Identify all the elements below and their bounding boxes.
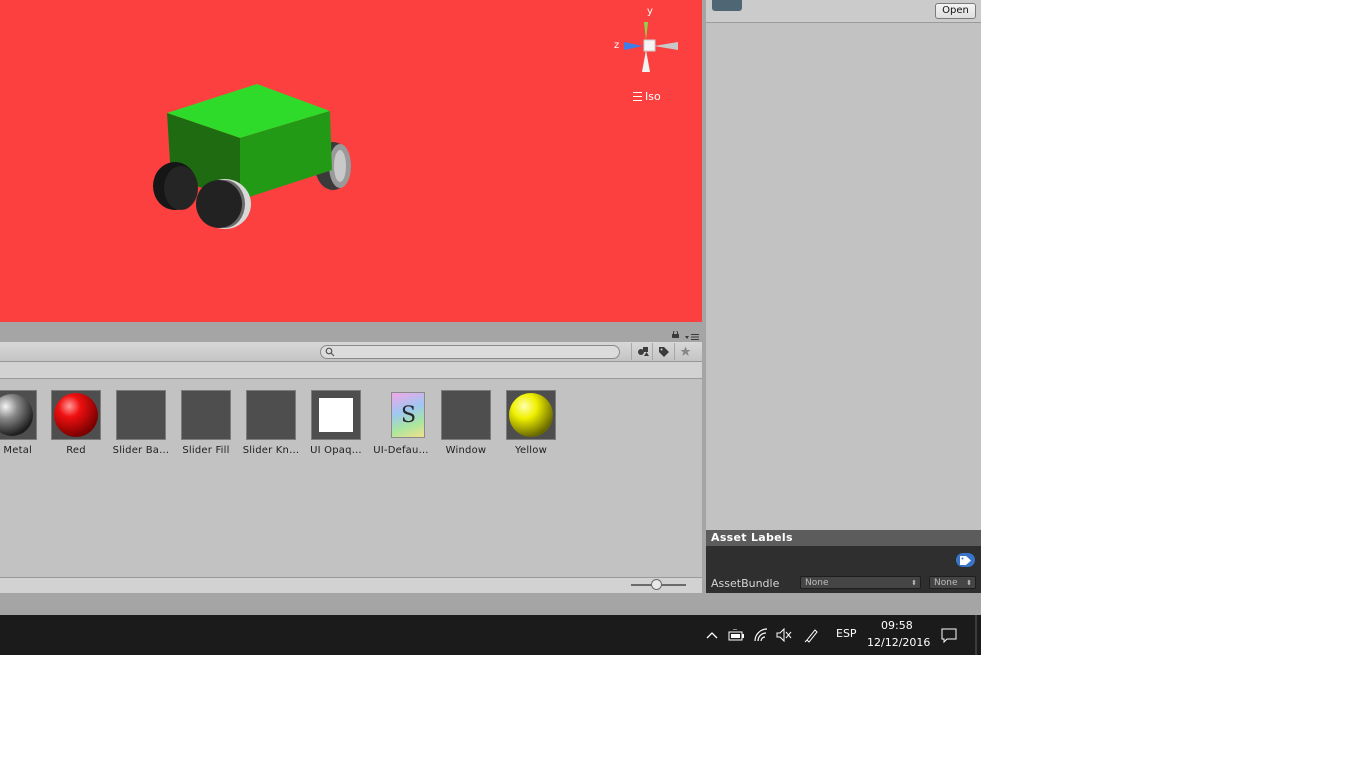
slider-fill-thumbnail	[181, 390, 231, 440]
hamburger-icon	[633, 92, 642, 101]
wifi-icon	[754, 628, 768, 642]
asset-label: Yellow	[515, 445, 547, 456]
chevron-updown-icon: ⬍	[911, 579, 917, 587]
asset-label: Slider Kn…	[242, 445, 300, 456]
scene-view[interactable]: y z Iso	[0, 0, 702, 322]
asset-label: UI-Defau…	[373, 445, 429, 456]
notification-icon	[941, 628, 957, 643]
project-footer	[0, 577, 702, 594]
input-language[interactable]: ESP	[836, 627, 857, 640]
asset-type-icon	[712, 0, 742, 11]
unity-editor-window: y z Iso Metal Red Slider Ba… Slider Fill…	[0, 0, 981, 655]
panel-menu-icon[interactable]	[685, 333, 699, 341]
taskbar	[0, 615, 981, 655]
asset-item-ui-default-shader[interactable]: S UI-Defau…	[369, 390, 433, 456]
car-model[interactable]	[145, 80, 360, 235]
search-input[interactable]	[320, 345, 620, 359]
search-icon	[325, 347, 335, 357]
filter-by-type-button[interactable]	[631, 343, 653, 360]
projection-toggle[interactable]: Iso	[633, 90, 661, 103]
favorite-star-icon	[680, 346, 691, 356]
asset-item-slider-fill[interactable]: Slider Fill	[174, 390, 238, 456]
clock-date[interactable]: 12/12/2016	[867, 636, 930, 649]
asset-label: UI Opaq…	[310, 445, 362, 456]
asset-label: Window	[445, 445, 487, 456]
network-button[interactable]	[751, 615, 771, 655]
projection-label: Iso	[645, 90, 661, 103]
show-desktop-button[interactable]	[975, 615, 977, 655]
volume-button[interactable]	[774, 615, 794, 655]
asset-label: Slider Fill	[182, 445, 230, 456]
metal-sphere-thumbnail	[0, 390, 37, 440]
panel-splitter[interactable]	[0, 322, 702, 342]
asset-labels-title[interactable]: Asset Labels	[706, 530, 981, 546]
asset-item-metal[interactable]: Metal	[0, 390, 44, 456]
assetbundle-select[interactable]: None ⬍	[800, 576, 921, 589]
asset-item-yellow[interactable]: Yellow	[499, 390, 563, 456]
chevron-up-icon	[706, 632, 718, 639]
gizmo-z-label: z	[614, 40, 620, 51]
chevron-updown-icon: ⬍	[966, 579, 972, 587]
volume-muted-icon	[776, 628, 792, 642]
clock-time[interactable]: 09:58	[881, 619, 913, 632]
battery-icon	[728, 629, 744, 641]
asset-item-slider-knob[interactable]: Slider Kn…	[239, 390, 303, 456]
favorite-button[interactable]	[674, 343, 696, 360]
assetbundle-value: None	[805, 578, 829, 588]
asset-item-red[interactable]: Red	[44, 390, 108, 456]
asset-label: Slider Ba…	[112, 445, 170, 456]
editor-status-bar	[0, 593, 981, 615]
asset-item-slider-background[interactable]: Slider Ba…	[109, 390, 173, 456]
lock-icon[interactable]	[672, 331, 679, 338]
show-hidden-icons-button[interactable]	[703, 615, 721, 655]
shader-file-icon: S	[376, 390, 426, 440]
breadcrumb	[0, 362, 702, 379]
asset-label: Metal	[3, 445, 32, 456]
yellow-sphere-thumbnail	[506, 390, 556, 440]
filter-by-label-button[interactable]	[652, 343, 674, 360]
pen-icon	[804, 629, 818, 643]
ui-opaque-thumbnail	[311, 390, 361, 440]
assetbundle-label: AssetBundle	[711, 577, 780, 590]
filter-by-label-icon	[658, 346, 669, 357]
slider-knob-thumbnail	[246, 390, 296, 440]
assetbundle-variant-value: None	[934, 578, 958, 588]
asset-item-window[interactable]: Window	[434, 390, 498, 456]
action-center-button[interactable]	[938, 615, 960, 655]
battery-button[interactable]	[726, 615, 746, 655]
label-tag-icon[interactable]	[956, 553, 975, 567]
inspector-panel	[706, 0, 981, 593]
wheel-front-right	[196, 179, 251, 229]
window-thumbnail	[441, 390, 491, 440]
assetbundle-variant-select[interactable]: None ⬍	[929, 576, 976, 589]
red-sphere-thumbnail	[51, 390, 101, 440]
gizmo-y-label: y	[647, 6, 653, 17]
zoom-slider-knob[interactable]	[650, 579, 662, 590]
open-button[interactable]: Open	[935, 3, 976, 19]
filter-by-type-icon	[637, 347, 649, 356]
pen-workspace-button[interactable]	[802, 615, 822, 655]
shader-glyph: S	[401, 403, 417, 428]
asset-item-ui-opaque[interactable]: UI Opaq…	[304, 390, 368, 456]
asset-label: Red	[66, 445, 86, 456]
slider-background-thumbnail	[116, 390, 166, 440]
scene-gizmo-icon[interactable]: y z	[612, 6, 682, 78]
